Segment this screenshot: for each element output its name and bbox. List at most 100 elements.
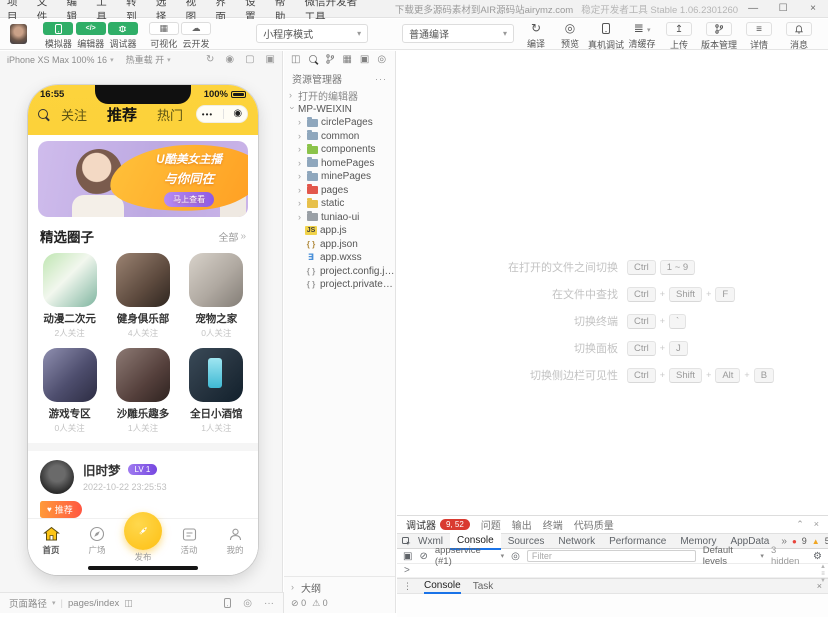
folder-static[interactable]: › static [284, 197, 395, 211]
window-icon[interactable]: ▣ [360, 54, 369, 65]
copy-path-icon[interactable]: ◫ [124, 598, 133, 609]
user-avatar[interactable] [10, 24, 27, 44]
tab-debugger[interactable]: 调试器 9, 52 [406, 517, 470, 532]
compile-mode-select[interactable]: 普通编译 ▾ [402, 24, 514, 43]
project-root[interactable]: › MP-WEIXIN [284, 103, 395, 117]
upload-button[interactable]: ↥ 上传 [660, 22, 698, 51]
details-button[interactable]: ≡ 详情 [740, 22, 778, 51]
open-editors-section[interactable]: › 打开的编辑器 [284, 89, 395, 103]
circle-item[interactable]: 游戏专区 0人关注 [40, 348, 99, 434]
search-icon[interactable] [309, 55, 317, 63]
exit-target-icon[interactable]: ◉ [233, 109, 242, 119]
console-output[interactable]: > ▲≡▼ [397, 564, 828, 578]
circle-item[interactable]: 健身俱乐部 4人关注 [113, 253, 172, 339]
device-select[interactable]: iPhone XS Max 100% 16▾ [7, 55, 114, 65]
console-filter-input[interactable] [527, 550, 696, 562]
eye-icon[interactable]: ◎ [243, 598, 252, 609]
file-project-private-config[interactable]: { } project.private.config.js... [284, 278, 395, 292]
clear-console-icon[interactable]: ⊘ [419, 551, 427, 562]
search-icon[interactable] [38, 109, 48, 119]
folder-homePages[interactable]: › homePages [284, 157, 395, 171]
file-app-json[interactable]: { } app.json [284, 238, 395, 252]
devtools-tab-performance[interactable]: Performance [602, 534, 673, 549]
cloud-dev-button[interactable]: ☁ 云开发 [181, 22, 211, 50]
split-icon[interactable]: ▦ [342, 54, 351, 65]
record-icon[interactable]: ◉ [225, 54, 234, 65]
tab-problems[interactable]: 问题 [481, 517, 501, 532]
circle-item[interactable]: 动漫二次元 2人关注 [40, 253, 99, 339]
tab-hot[interactable]: 热门 [157, 105, 183, 124]
more-icon[interactable]: ··· [264, 598, 274, 609]
tab-output[interactable]: 输出 [512, 517, 532, 532]
chevron-down-icon: ▾ [760, 552, 764, 560]
files-icon[interactable]: ◫ [291, 54, 300, 65]
maximize-icon[interactable]: ☐ [768, 0, 798, 18]
git-branch-icon[interactable] [326, 54, 334, 64]
device-debug-button[interactable]: 真机调试 [588, 22, 624, 51]
tab-terminal[interactable]: 终端 [543, 517, 563, 532]
file-app-js[interactable]: JS app.js [284, 224, 395, 238]
editor-toggle-button[interactable]: </> 编辑器 [76, 22, 106, 50]
current-page-path[interactable]: pages/index [68, 598, 119, 609]
drawer-menu-icon[interactable]: ⋮ [403, 581, 412, 592]
compile-button[interactable]: ↻ 编译 [520, 22, 552, 50]
tabbar-home[interactable]: 首页 [28, 525, 74, 575]
clear-cache-button[interactable]: ≣ ▾ 清缓存 [626, 22, 658, 50]
file-app-wxss[interactable]: ∃ app.wxss [284, 251, 395, 265]
tabbar-mine[interactable]: 我的 [212, 525, 258, 575]
circle-image [116, 253, 170, 307]
mode-select[interactable]: 小程序模式 ▾ [256, 24, 368, 43]
debugger-toggle-button[interactable]: 调试器 [108, 22, 138, 50]
see-all-link[interactable]: 全部» [218, 229, 246, 244]
device-frame-icon[interactable]: ▢ [245, 54, 254, 65]
more-menu-icon[interactable]: ••• [202, 110, 213, 119]
path-mode-select[interactable]: 页面路径 [9, 596, 47, 610]
folder-tuniao-ui[interactable]: › tuniao-ui [284, 211, 395, 225]
drawer-tab-task[interactable]: Task [473, 580, 494, 593]
post-avatar[interactable] [40, 460, 74, 494]
more-icon[interactable]: ··· [375, 74, 387, 84]
eye-icon[interactable]: ◎ [511, 551, 520, 562]
minimize-icon[interactable]: — [738, 0, 768, 18]
tab-code-quality[interactable]: 代码质量 [574, 517, 614, 532]
close-icon[interactable]: × [798, 0, 828, 18]
visual-button[interactable]: ▦ 可视化 [149, 22, 179, 50]
banner-cta-button[interactable]: 马上查看 [164, 192, 214, 207]
preview-button[interactable]: ◎ 预览 [554, 22, 586, 50]
outline-header[interactable]: › 大纲 [291, 580, 388, 595]
drawer-tab-console[interactable]: Console [424, 579, 461, 594]
console-settings-icon[interactable]: ⚙ [813, 551, 822, 562]
version-mgmt-button[interactable]: 版本管理 [700, 22, 738, 51]
folder-pages[interactable]: › pages [284, 184, 395, 198]
tab-recommend[interactable]: 推荐 [107, 104, 137, 125]
drawer-toggle-icon[interactable]: ▣ [403, 551, 412, 562]
promo-banner[interactable]: U酷美女主播 与你同在 马上查看 [38, 141, 248, 217]
rotate-icon[interactable]: ↻ [206, 54, 214, 65]
file-project-config[interactable]: { } project.config.json [284, 265, 395, 279]
hot-reload-toggle[interactable]: 热重载 开▾ [126, 53, 171, 66]
circle-item[interactable]: 沙雕乐趣多 1人关注 [113, 348, 172, 434]
editor-area: 在打开的文件之间切换 Ctrl1 ~ 9 在文件中查找 Ctrl+Shift+F… [397, 51, 828, 515]
multi-device-icon[interactable]: ▣ [266, 54, 275, 65]
device-debug-icon[interactable] [224, 598, 231, 608]
simulator-toggle-button[interactable]: 模拟器 [43, 22, 73, 50]
folder-minePages[interactable]: › minePages [284, 170, 395, 184]
eye-icon[interactable]: ◎ [377, 54, 386, 65]
post-author[interactable]: 旧时梦 [83, 460, 121, 479]
devtools-tab-sources[interactable]: Sources [501, 534, 552, 549]
circles-grid: 动漫二次元 2人关注 健身俱乐部 4人关注 宠物之家 0人关注 [28, 253, 258, 434]
inspect-element-icon[interactable] [402, 537, 411, 546]
folder-components[interactable]: › components [284, 143, 395, 157]
messages-button[interactable]: 消息 [780, 22, 818, 51]
battery-percent: 100% [204, 89, 228, 100]
collapse-panel-icon[interactable]: ⌃ [796, 519, 804, 530]
scrollbar[interactable]: ▲≡▼ [820, 564, 826, 585]
folder-common[interactable]: › common [284, 130, 395, 144]
json-file-icon: { } [305, 267, 317, 276]
circle-item[interactable]: 宠物之家 0人关注 [187, 253, 246, 339]
tab-follow[interactable]: 关注 [61, 105, 87, 124]
devtools-tab-network[interactable]: Network [551, 534, 602, 549]
folder-circlePages[interactable]: › circlePages [284, 116, 395, 130]
close-panel-icon[interactable]: × [814, 519, 819, 530]
circle-item[interactable]: 全日小酒馆 1人关注 [187, 348, 246, 434]
